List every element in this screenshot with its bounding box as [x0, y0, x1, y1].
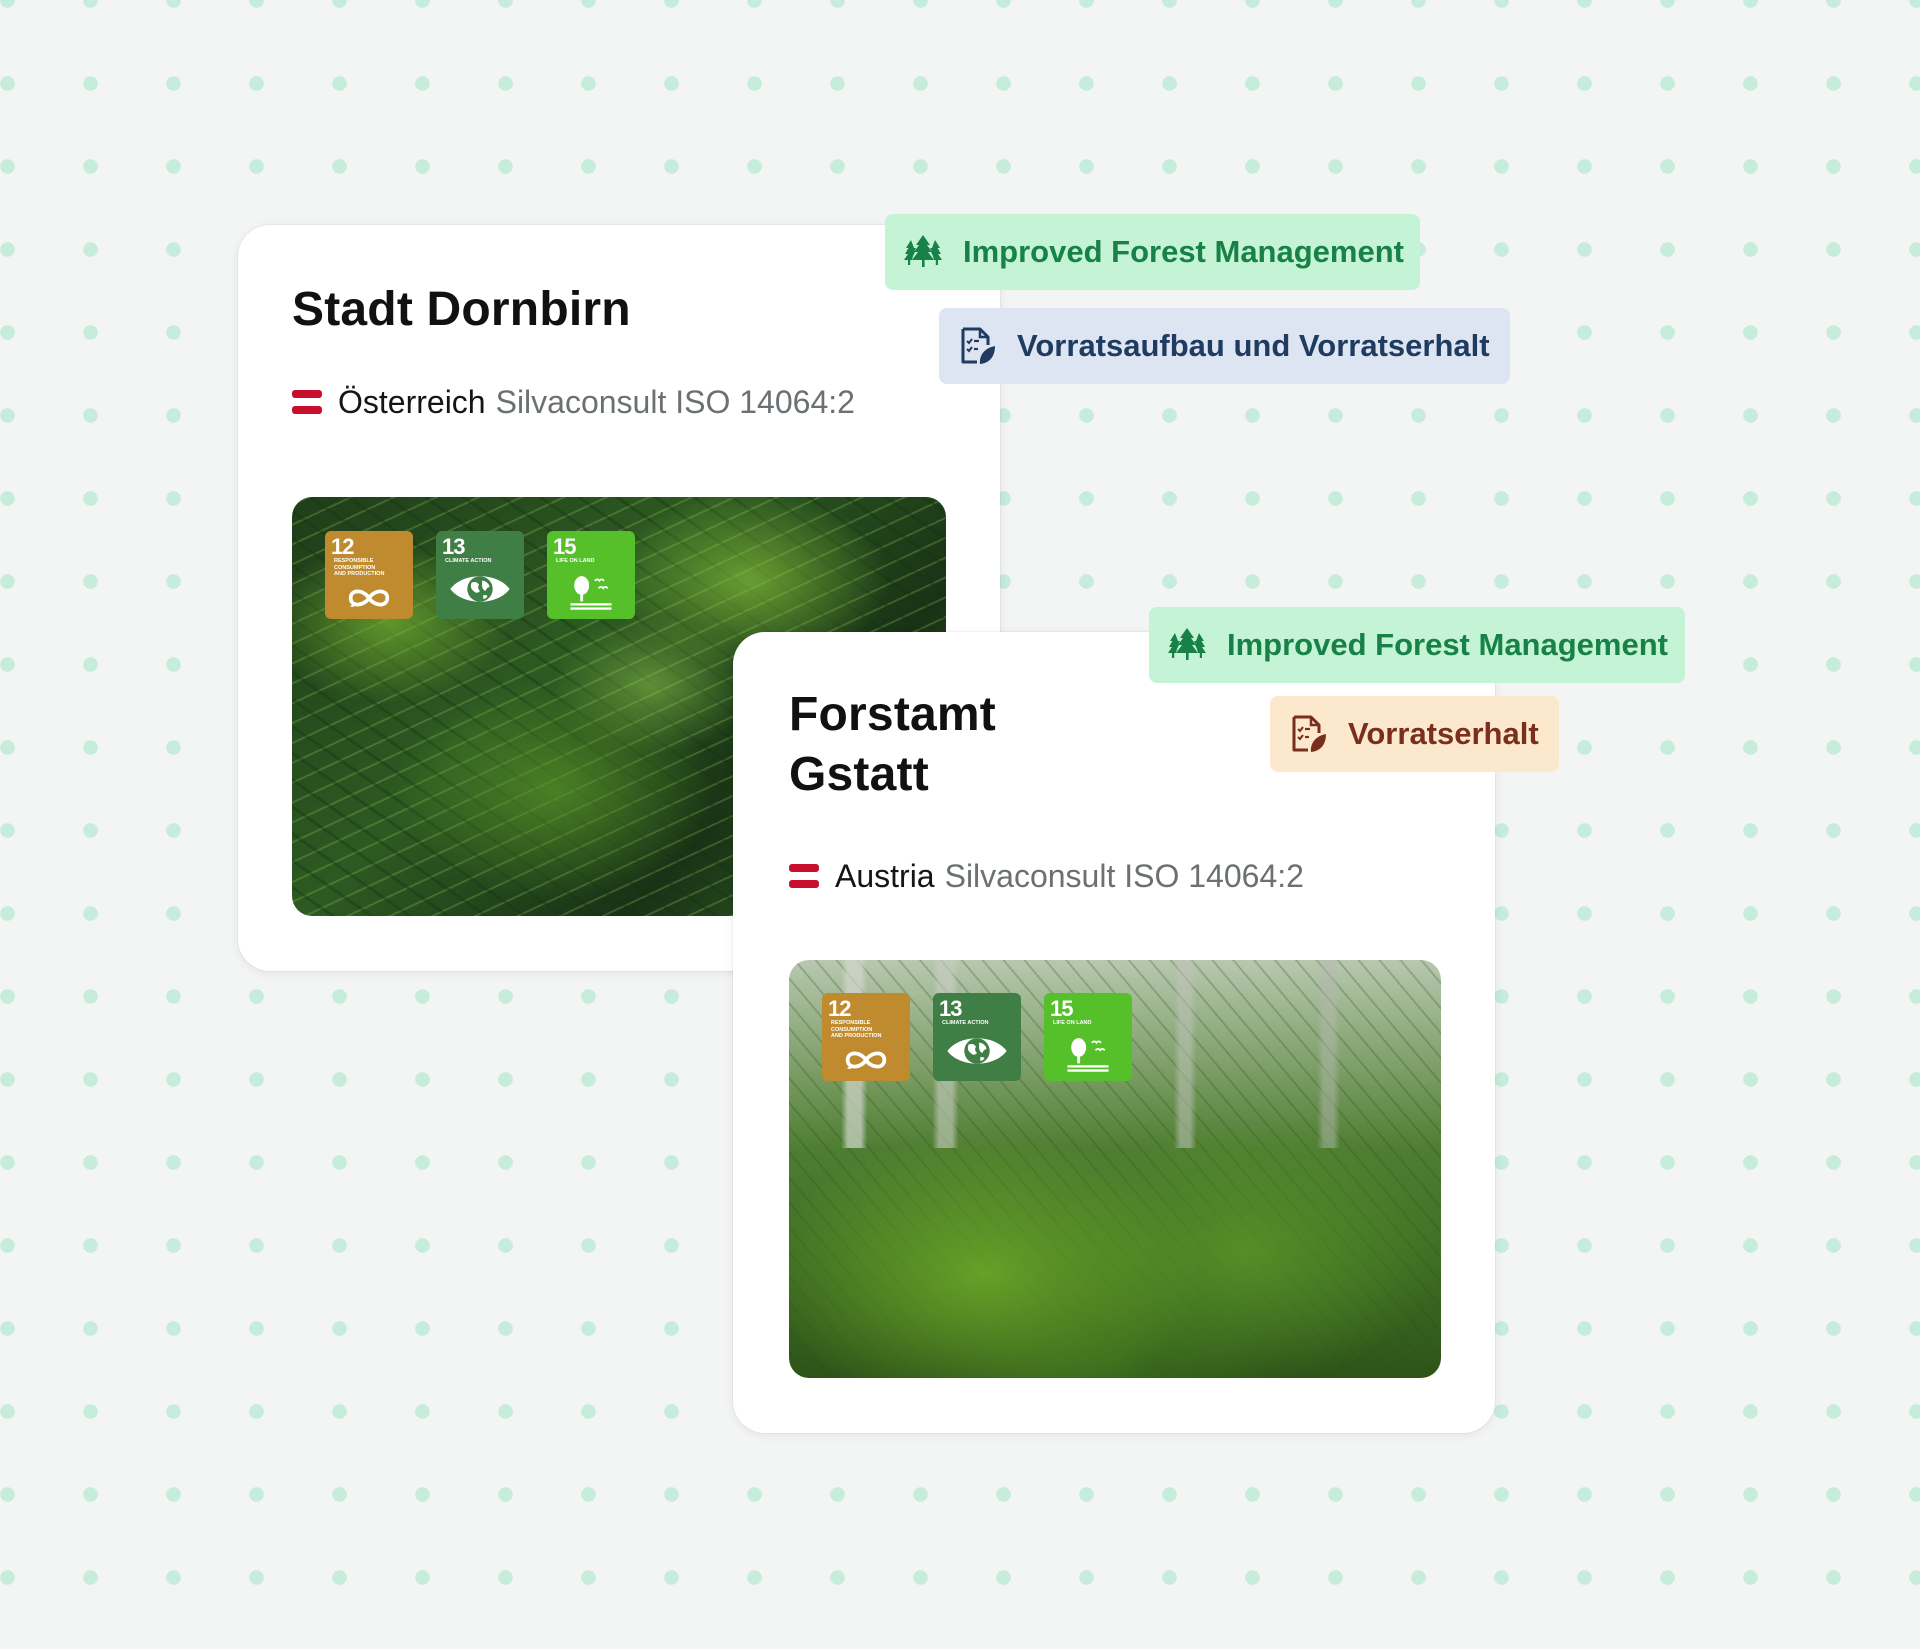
forest-trees-icon	[903, 232, 943, 272]
sdg-label: Life on Land	[556, 558, 595, 564]
sdg-label: Responsible Consumption and Production	[831, 1020, 882, 1039]
sdg-number: 15	[1050, 996, 1074, 1021]
project-certification: Silvaconsult ISO 14064:2	[495, 384, 855, 420]
tree-birds-icon	[563, 573, 619, 611]
sdg-label: Climate Action	[942, 1020, 989, 1026]
austria-flag-icon	[789, 864, 819, 888]
infinity-icon	[344, 585, 394, 611]
sdg-number: 15	[553, 534, 577, 559]
sdg-label: Climate Action	[445, 558, 492, 564]
sdg-tile-12: 12Responsible Consumption and Production	[822, 993, 910, 1081]
project-title: Forstamt Gstatt	[789, 688, 996, 801]
badge-label: Vorratserhalt	[1348, 716, 1539, 751]
sdg-badges: 12Responsible Consumption and Production…	[822, 993, 1132, 1081]
badge-improved-forest-management: Improved Forest Management	[885, 214, 1420, 290]
project-photo: 12Responsible Consumption and Production…	[789, 960, 1441, 1378]
badge-label: Vorratsaufbau und Vorratserhalt	[1017, 328, 1490, 363]
sdg-tile-12: 12Responsible Consumption and Production	[325, 531, 413, 619]
infinity-icon	[841, 1047, 891, 1073]
project-certification: Silvaconsult ISO 14064:2	[944, 858, 1304, 894]
sdg-label: Life on Land	[1053, 1020, 1092, 1026]
project-country: Austria	[835, 858, 935, 894]
project-meta: Österreich Silvaconsult ISO 14064:2	[292, 382, 855, 422]
sdg-tile-13: 13Climate Action	[436, 531, 524, 619]
austria-flag-icon	[292, 390, 322, 414]
checklist-leaf-icon	[1288, 714, 1328, 754]
sdg-number: 13	[939, 996, 963, 1021]
sdg-tile-15: 15Life on Land	[547, 531, 635, 619]
eye-globe-icon	[945, 1033, 1009, 1069]
sdg-number: 12	[331, 534, 355, 559]
badge-improved-forest-management: Improved Forest Management	[1149, 607, 1685, 683]
sdg-label: Responsible Consumption and Production	[334, 558, 385, 577]
sdg-number: 13	[442, 534, 466, 559]
sdg-tile-13: 13Climate Action	[933, 993, 1021, 1081]
project-title: Stadt Dornbirn	[292, 283, 631, 336]
forest-trees-icon	[1167, 625, 1207, 665]
sdg-badges: 12Responsible Consumption and Production…	[325, 531, 635, 619]
badge-label: Improved Forest Management	[1227, 627, 1668, 662]
checklist-leaf-icon	[957, 326, 997, 366]
tree-birds-icon	[1060, 1035, 1116, 1073]
project-country: Österreich	[338, 384, 486, 420]
project-meta: Austria Silvaconsult ISO 14064:2	[789, 856, 1304, 896]
sdg-tile-15: 15Life on Land	[1044, 993, 1132, 1081]
badge-vorratserhalt: Vorratserhalt	[1270, 696, 1559, 772]
eye-globe-icon	[448, 571, 512, 607]
badge-label: Improved Forest Management	[963, 234, 1404, 269]
sdg-number: 12	[828, 996, 852, 1021]
badge-vorratsaufbau: Vorratsaufbau und Vorratserhalt	[939, 308, 1510, 384]
